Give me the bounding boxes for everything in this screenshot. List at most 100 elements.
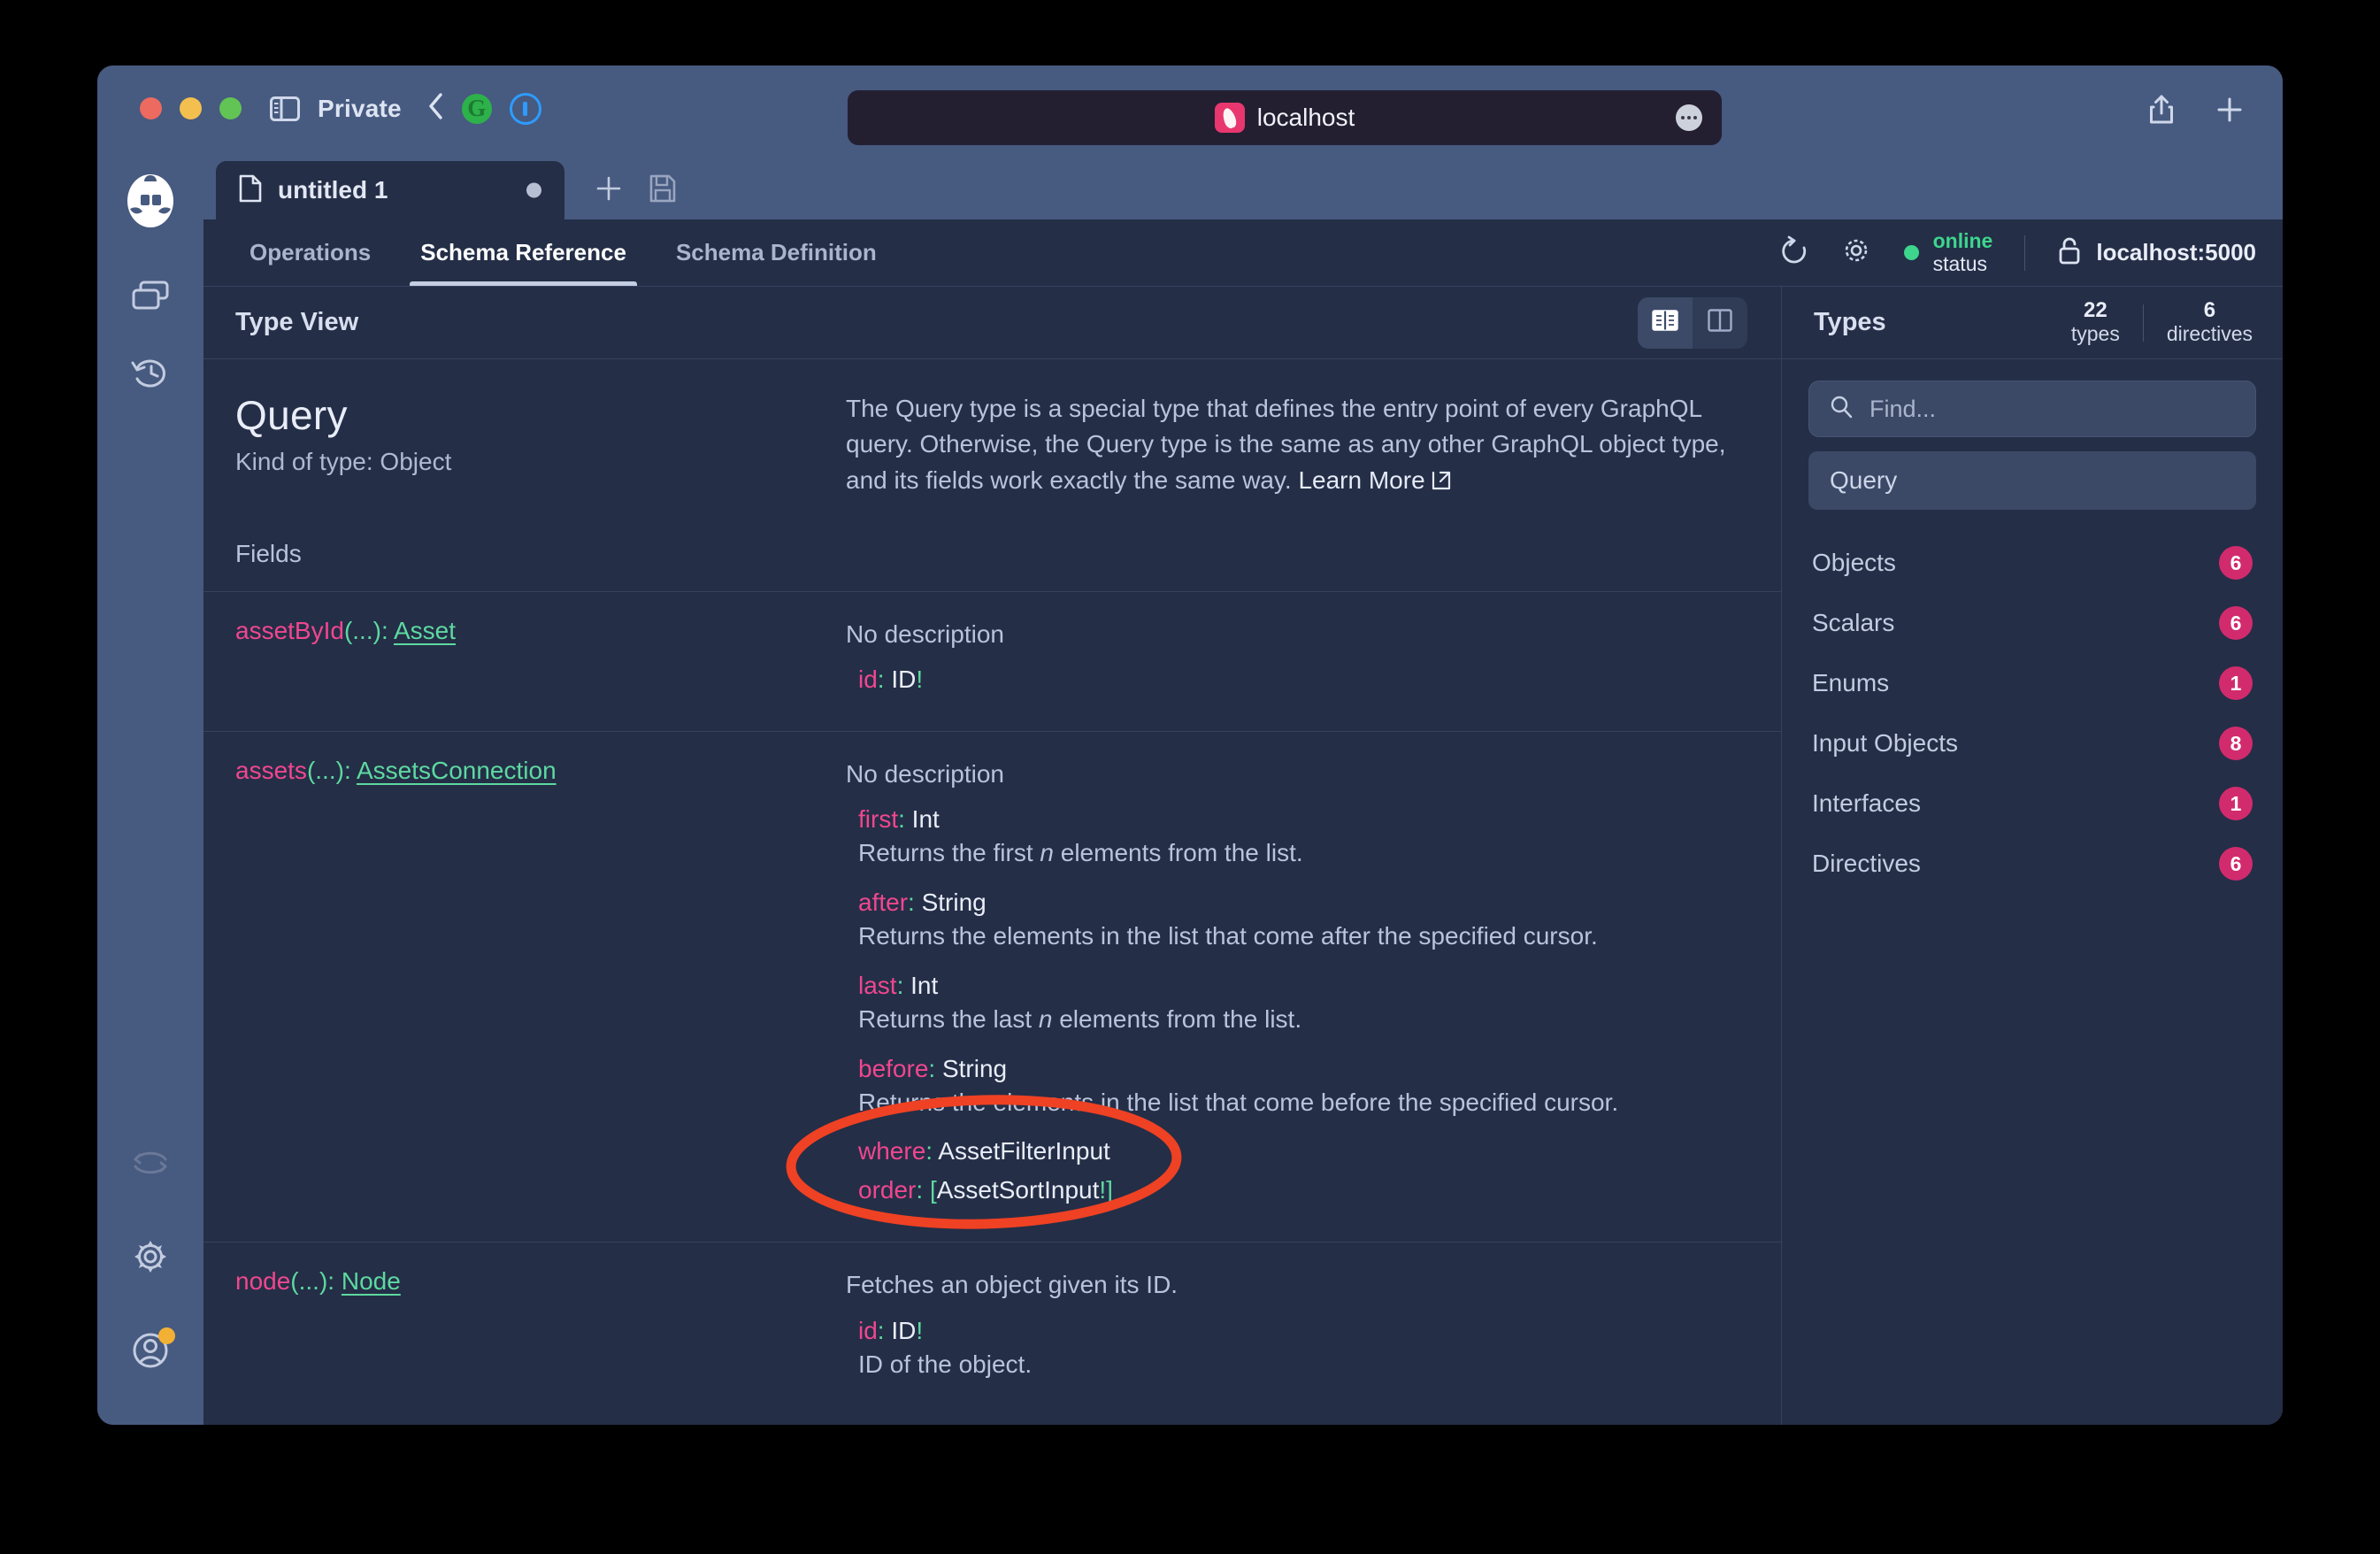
field-return-type-link[interactable]: Node	[342, 1267, 401, 1295]
category-label: Input Objects	[1812, 729, 1958, 757]
book-icon	[1652, 309, 1678, 336]
argument-name: order	[858, 1176, 917, 1204]
type-view-header: Type View	[203, 287, 1781, 359]
search-icon	[1829, 395, 1854, 424]
fields-label: Fields	[235, 539, 302, 567]
argument-type: AssetSortInput	[936, 1176, 1100, 1204]
page-title: Type View	[235, 308, 359, 336]
external-link-icon[interactable]	[1431, 465, 1452, 501]
status-dot	[1903, 245, 1919, 260]
types-title: Types	[1814, 308, 1886, 336]
maximize-window-button[interactable]	[219, 97, 242, 119]
account-notification-badge	[158, 1327, 175, 1344]
category-item-scalars[interactable]: Scalars 6	[1812, 593, 2253, 653]
sidebar-item-settings[interactable]	[119, 1227, 182, 1290]
category-item-objects[interactable]: Objects 6	[1812, 533, 2253, 593]
argument-name: before	[858, 1054, 929, 1082]
category-count-badge: 6	[2219, 606, 2253, 640]
argument-signature: order: [AssetSortInput!]	[858, 1176, 1113, 1204]
sidebar-item-history[interactable]	[119, 343, 182, 407]
sidebar-item-documents[interactable]	[119, 265, 182, 329]
argument-type: ID	[891, 665, 917, 694]
tab-operations[interactable]: Operations	[228, 219, 392, 286]
document-tab-label: untitled 1	[278, 176, 388, 204]
save-document-button[interactable]	[649, 174, 676, 207]
category-item-input-objects[interactable]: Input Objects 8	[1812, 713, 2253, 773]
left-rail	[97, 150, 203, 1425]
more-options-icon[interactable]	[1676, 104, 1702, 131]
url-text: localhost	[1256, 104, 1355, 131]
types-counts: 22 types 6 directives	[2071, 298, 2253, 346]
field-body: Fetches an object given its ID. id: ID! …	[846, 1267, 1739, 1381]
field-arguments: id: ID!	[846, 665, 1739, 694]
argument-type: String	[941, 1054, 1008, 1082]
rail-bottom-group	[97, 1133, 203, 1398]
type-kind: Kind of type: Object	[235, 448, 452, 475]
argument-name: after	[858, 889, 909, 917]
argument-non-null: !	[916, 1316, 924, 1344]
back-chevron-icon[interactable]	[426, 92, 444, 125]
category-label: Objects	[1812, 549, 1896, 576]
endpoint-indicator[interactable]: localhost:5000	[2057, 236, 2256, 269]
argument-non-null: !	[916, 665, 924, 694]
field-return-type-link[interactable]: Asset	[394, 617, 456, 644]
sidebar-item-account[interactable]	[119, 1320, 182, 1384]
field-row: assetById(...): Asset No description id:…	[203, 590, 1781, 731]
argument: last: Int Returns the last n elements fr…	[858, 972, 1739, 1037]
close-window-button[interactable]	[140, 97, 162, 119]
type-header-left: Query Kind of type: Object	[235, 391, 846, 501]
argument-signature: first: Int	[858, 805, 940, 834]
sidebar-toggle-icon[interactable]	[270, 96, 300, 121]
document-tab[interactable]: untitled 1	[216, 161, 564, 219]
types-count: 22	[2084, 298, 2107, 323]
category-item-interfaces[interactable]: Interfaces 1	[1812, 773, 2253, 834]
type-header: Query Kind of type: Object The Query typ…	[203, 359, 1781, 501]
field-description: No description	[846, 619, 1004, 648]
type-list-item-query[interactable]: Query	[1808, 451, 2256, 510]
argument: after: String Returns the elements in th…	[858, 889, 1739, 954]
category-item-enums[interactable]: Enums 1	[1812, 653, 2253, 713]
nav-divider	[2024, 235, 2026, 271]
argument-signature: after: String	[858, 889, 987, 917]
learn-more-link[interactable]: Learn More	[1298, 466, 1424, 494]
field-name[interactable]: node	[235, 1267, 290, 1295]
category-label: Enums	[1812, 669, 1890, 696]
category-count-badge: 1	[2219, 787, 2253, 820]
field-signature: assets(...): AssetsConnection	[235, 757, 846, 1215]
refresh-icon[interactable]	[1780, 235, 1808, 270]
url-bar[interactable]: localhost	[848, 90, 1722, 145]
share-icon[interactable]	[2148, 94, 2175, 130]
tab-schema-definition[interactable]: Schema Definition	[655, 219, 898, 286]
field-name[interactable]: assets	[235, 757, 307, 784]
settings-gear-icon[interactable]	[1840, 235, 1872, 271]
history-icon	[130, 356, 171, 396]
split-view-button[interactable]	[1693, 297, 1747, 349]
schema-nav-bar: Operations Schema Reference Schema Defin…	[203, 219, 2283, 287]
reference-view-button[interactable]	[1638, 296, 1693, 349]
split-pane-icon	[1708, 309, 1732, 336]
field-name[interactable]: assetById	[235, 617, 344, 644]
app-body: untitled 1 Operations Schema Reference S…	[97, 150, 2283, 1425]
argument-name: first	[858, 805, 899, 834]
tab-schema-reference[interactable]: Schema Reference	[399, 219, 648, 286]
types-count-block: 22 types	[2071, 298, 2120, 346]
field-return-type-link[interactable]: AssetsConnection	[357, 757, 557, 784]
sync-icon	[129, 1150, 172, 1180]
find-box[interactable]	[1808, 381, 2256, 437]
minimize-window-button[interactable]	[180, 97, 202, 119]
category-label: Interfaces	[1812, 789, 1921, 817]
directives-count-block: 6 directives	[2167, 298, 2253, 346]
search-input[interactable]	[1869, 395, 2236, 423]
category-item-directives[interactable]: Directives 6	[1812, 834, 2253, 894]
grammarly-icon[interactable]: G	[461, 93, 492, 124]
counts-divider	[2142, 304, 2144, 342]
content-area: Type View Query Kind of type: Object The…	[203, 287, 2283, 1425]
new-tab-plus-icon[interactable]	[2215, 96, 2244, 128]
sidebar-item-sync[interactable]	[119, 1133, 182, 1196]
onepassword-icon[interactable]	[509, 92, 541, 125]
documentation-scroll[interactable]: Query Kind of type: Object The Query typ…	[203, 359, 1781, 1425]
add-document-button[interactable]	[595, 174, 623, 207]
argument-signature: where: AssetFilterInput	[858, 1137, 1110, 1166]
unsaved-indicator-dot[interactable]	[526, 182, 541, 198]
document-tab-strip: untitled 1	[203, 150, 2283, 219]
